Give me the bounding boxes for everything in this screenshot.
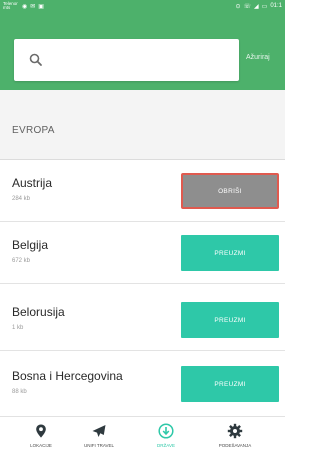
download-button[interactable]: PREUZMI [181, 235, 279, 271]
delete-button[interactable]: OBRIŠI [181, 173, 279, 209]
location-pin-icon [36, 424, 46, 438]
mail-icon: ✉ [30, 3, 36, 10]
bottom-navigation: LOKACIJE UNIFI TRAVEL DRŽAVE PODEŠAVANJA [0, 416, 285, 461]
clock-label: 01:1 [270, 3, 282, 9]
location-status-icon: ⊙ [235, 3, 241, 10]
phone-status-icon: ☏ [243, 3, 252, 10]
country-name: Bosna i Hercegovina [12, 369, 123, 383]
country-row-belgija: Belgija 672 kb PREUZMI [0, 222, 285, 284]
nav-item-unifi-travel[interactable]: UNIFI TRAVEL [69, 423, 129, 459]
country-name: Belorusija [12, 305, 65, 319]
country-size: 1 kb [12, 325, 24, 331]
country-name: Belgija [12, 238, 49, 252]
airplane-icon [92, 425, 106, 437]
section-title: EVROPA [12, 125, 55, 136]
search-input[interactable] [54, 49, 224, 71]
nav-label: PODEŠAVANJA [218, 443, 252, 448]
nav-item-drzave[interactable]: DRŽAVE [136, 423, 196, 459]
country-size: 672 kb [12, 258, 31, 264]
country-size: 284 kb [12, 196, 31, 202]
download-button[interactable]: PREUZMI [181, 302, 279, 338]
header: Ažuriraj [0, 12, 285, 90]
refresh-button[interactable]: Ažuriraj [246, 54, 270, 61]
gear-icon [227, 423, 243, 439]
wifi-icon: ◉ [22, 3, 28, 10]
nav-label: UNIFI TRAVEL [83, 443, 115, 448]
download-button[interactable]: PREUZMI [181, 366, 279, 402]
status-bar: Telenor mts ◉ ✉ ▣ ⊙ ☏ ◢ ▭ 01:1 [0, 0, 285, 12]
battery-icon: ▭ [261, 3, 268, 10]
country-size: 88 kb [12, 389, 27, 395]
signal-icon: ◢ [254, 3, 259, 10]
country-name: Austrija [12, 176, 53, 190]
nav-label: LOKACIJE [30, 443, 52, 448]
country-row-bosna-i-hercegovina: Bosna i Hercegovina 88 kb PREUZMI [0, 353, 285, 415]
country-row-belorusija: Belorusija 1 kb PREUZMI [0, 289, 285, 351]
download-circle-icon [158, 423, 174, 439]
search-box[interactable] [14, 39, 239, 81]
section-header: EVROPA [0, 90, 285, 160]
nav-label: DRŽAVE [157, 443, 175, 448]
nav-item-podesavanja[interactable]: PODEŠAVANJA [205, 423, 265, 459]
message-icon: ▣ [38, 3, 44, 10]
search-icon [29, 53, 42, 66]
country-row-austrija: Austrija 284 kb OBRIŠI [0, 160, 285, 222]
carrier-label: Telenor mts [3, 0, 18, 10]
nav-item-lokacije[interactable]: LOKACIJE [11, 423, 71, 459]
